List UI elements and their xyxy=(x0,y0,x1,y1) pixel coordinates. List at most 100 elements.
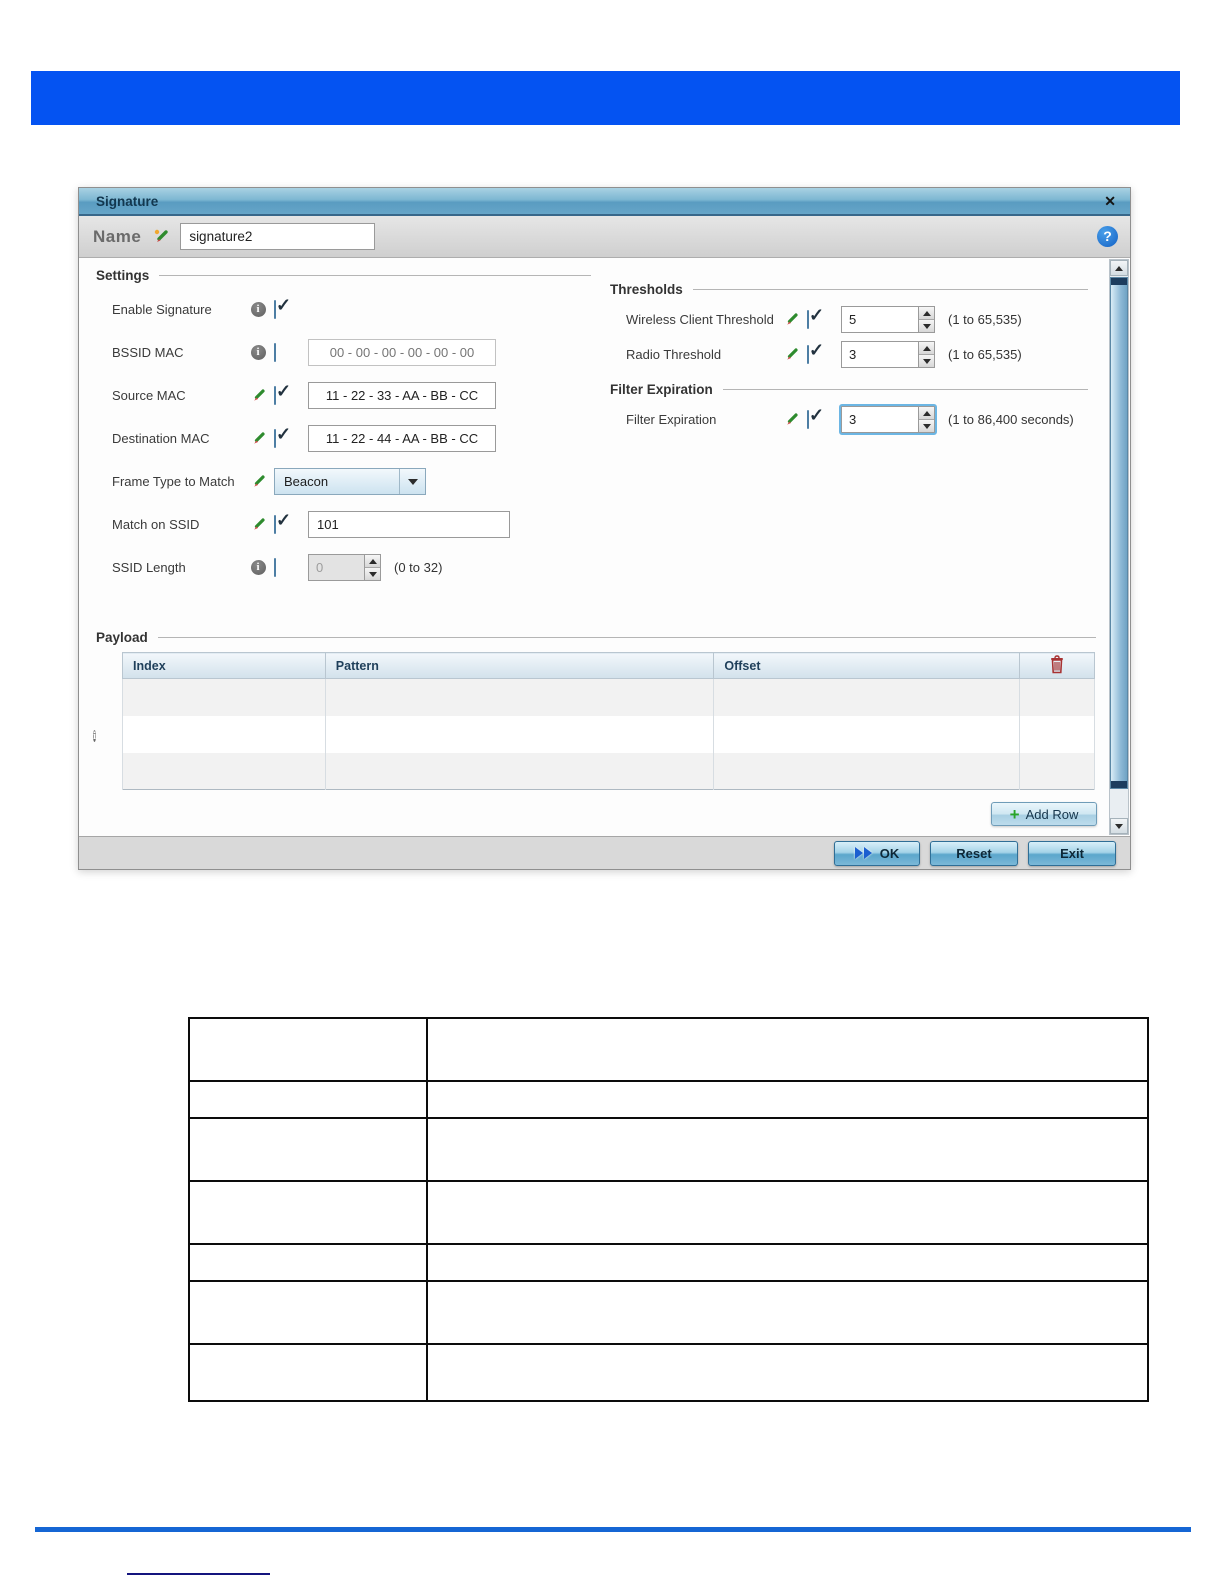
match-ssid-label: Match on SSID xyxy=(112,517,200,532)
ssid-length-input[interactable] xyxy=(308,554,364,581)
reset-button[interactable]: Reset xyxy=(930,840,1018,866)
check-icon: ✓ xyxy=(276,380,292,401)
chevron-down-icon xyxy=(407,478,418,485)
match-ssid-row: Match on SSID ✓ xyxy=(112,510,591,538)
arrow-down-icon xyxy=(368,571,377,577)
destination-mac-input[interactable] xyxy=(308,425,496,452)
filter-expiration-checkbox[interactable]: ✓ xyxy=(807,405,824,429)
spin-up-button[interactable] xyxy=(365,555,380,567)
spin-up-button[interactable] xyxy=(919,342,934,354)
add-row-label: Add Row xyxy=(1025,806,1079,822)
spin-down-button[interactable] xyxy=(365,567,380,580)
edit-pencil-icon xyxy=(781,347,801,362)
thresholds-section: Thresholds Wireless Client Threshold ✓ 5… xyxy=(610,280,1088,376)
ssid-length-checkbox[interactable] xyxy=(274,557,276,577)
bssid-mac-input[interactable] xyxy=(308,339,496,366)
ok-button[interactable]: OK xyxy=(834,840,920,866)
payload-row xyxy=(122,752,1095,790)
scroll-up-button[interactable] xyxy=(1110,260,1128,276)
wireless-client-threshold-label: Wireless Client Threshold xyxy=(626,312,774,327)
wireless-client-threshold-spinner xyxy=(841,306,935,333)
radio-threshold-label: Radio Threshold xyxy=(626,347,722,362)
table-row xyxy=(188,1343,1149,1402)
spin-up-button[interactable] xyxy=(919,307,934,319)
enable-signature-label: Enable Signature xyxy=(112,302,212,317)
info-icon: i xyxy=(250,560,266,575)
vertical-scrollbar[interactable] xyxy=(1109,259,1129,835)
destination-mac-checkbox[interactable]: ✓ xyxy=(274,424,291,448)
bssid-mac-row: BSSID MAC i xyxy=(112,339,591,366)
reset-label: Reset xyxy=(956,845,992,861)
filter-expiration-row: Filter Expiration ✓ (1 to 86,400 seconds… xyxy=(626,404,1088,435)
page-bottom-rule xyxy=(35,1527,1191,1532)
scroll-down-button[interactable] xyxy=(1110,818,1128,834)
wireless-client-threshold-input[interactable] xyxy=(841,306,918,333)
source-mac-input[interactable] xyxy=(308,382,496,409)
wireless-client-threshold-checkbox[interactable]: ✓ xyxy=(807,305,824,329)
enable-signature-checkbox[interactable]: ✓ xyxy=(274,295,291,319)
spin-down-button[interactable] xyxy=(919,419,934,432)
frame-type-row: Frame Type to Match Beacon xyxy=(112,468,591,495)
radio-threshold-input[interactable] xyxy=(841,341,918,368)
payload-col-pattern: Pattern xyxy=(324,652,715,679)
bssid-mac-checkbox[interactable] xyxy=(274,342,276,362)
destination-mac-label: Destination MAC xyxy=(112,431,210,446)
table-row xyxy=(188,1117,1149,1182)
source-mac-row: Source MAC ✓ xyxy=(112,381,591,409)
filter-expiration-range: (1 to 86,400 seconds) xyxy=(948,412,1074,427)
match-ssid-input[interactable] xyxy=(308,511,510,538)
edit-pencil-icon xyxy=(781,412,801,427)
top-banner xyxy=(31,71,1180,125)
payload-col-offset: Offset xyxy=(713,652,1021,679)
wireless-client-threshold-row: Wireless Client Threshold ✓ (1 to 65,535… xyxy=(626,305,1088,333)
spin-down-button[interactable] xyxy=(919,319,934,332)
close-icon[interactable]: ✕ xyxy=(1100,193,1120,210)
settings-section: Settings Enable Signature i ✓ BSSID MAC … xyxy=(96,266,591,597)
check-icon: ✓ xyxy=(809,339,825,360)
trash-icon[interactable] xyxy=(1049,654,1065,674)
filter-expiration-label: Filter Expiration xyxy=(626,412,717,427)
ssid-length-label: SSID Length xyxy=(112,560,186,575)
exit-button[interactable]: Exit xyxy=(1028,840,1116,866)
payload-row xyxy=(122,678,1095,716)
plus-icon: + xyxy=(1009,804,1020,824)
radio-threshold-spinner xyxy=(841,341,935,368)
dialog-content: Settings Enable Signature i ✓ BSSID MAC … xyxy=(79,258,1130,836)
destination-mac-row: Destination MAC ✓ xyxy=(112,424,591,452)
edit-pencil-icon xyxy=(248,474,268,489)
ssid-length-row: SSID Length i (0 to 32) xyxy=(112,554,591,581)
dialog-titlebar: Signature ✕ xyxy=(79,188,1130,216)
match-ssid-checkbox[interactable]: ✓ xyxy=(274,510,291,534)
edit-name-pencil-icon xyxy=(153,228,170,245)
enable-signature-row: Enable Signature i ✓ xyxy=(112,295,591,323)
arrow-up-icon xyxy=(922,345,931,351)
filter-expiration-input[interactable] xyxy=(841,406,918,433)
ssid-length-range: (0 to 32) xyxy=(394,560,443,575)
footer-link-underline xyxy=(127,1573,270,1575)
check-icon: ✓ xyxy=(809,304,825,325)
spin-down-button[interactable] xyxy=(919,354,934,367)
frame-type-value: Beacon xyxy=(284,474,329,489)
table-row xyxy=(188,1017,1149,1082)
info-icon: i xyxy=(93,730,97,742)
radio-threshold-checkbox[interactable]: ✓ xyxy=(807,340,824,364)
frame-type-label: Frame Type to Match xyxy=(112,474,235,489)
dropdown-arrow-button[interactable] xyxy=(399,469,425,494)
bssid-mac-label: BSSID MAC xyxy=(112,345,184,360)
filter-expiration-spinner xyxy=(839,404,937,435)
add-row-button[interactable]: + Add Row xyxy=(991,802,1097,826)
spin-up-button[interactable] xyxy=(919,407,934,419)
frame-type-select[interactable]: Beacon xyxy=(274,468,426,495)
name-input[interactable] xyxy=(180,223,376,250)
source-mac-label: Source MAC xyxy=(112,388,186,403)
source-mac-checkbox[interactable]: ✓ xyxy=(274,381,291,405)
table-row xyxy=(188,1080,1149,1119)
exit-label: Exit xyxy=(1060,845,1084,861)
scrollbar-thumb[interactable] xyxy=(1110,277,1128,789)
wireless-client-threshold-range: (1 to 65,535) xyxy=(948,312,1022,327)
ssid-length-spinner xyxy=(308,554,381,581)
thresholds-heading: Thresholds xyxy=(610,280,1088,298)
edit-pencil-icon xyxy=(248,431,268,446)
edit-pencil-icon xyxy=(248,517,268,532)
help-icon[interactable]: ? xyxy=(1097,226,1118,247)
